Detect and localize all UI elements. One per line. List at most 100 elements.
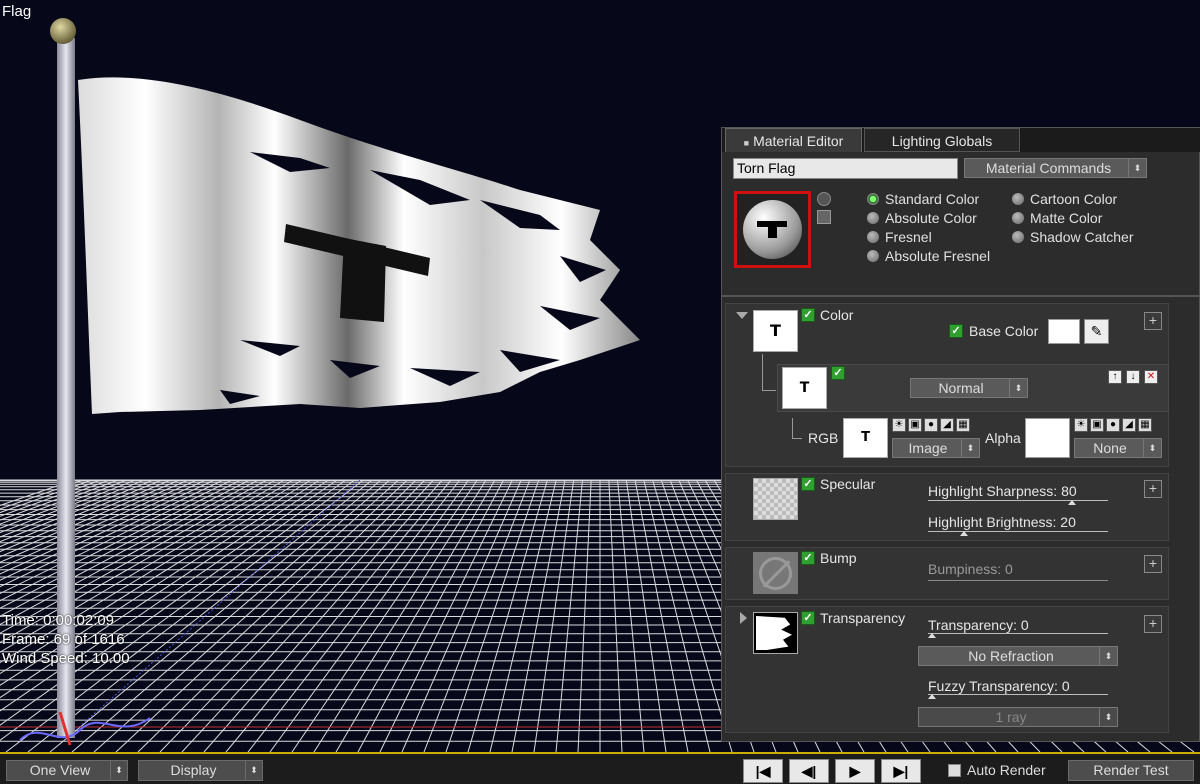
step-back-icon[interactable]: ◀|: [789, 759, 829, 783]
add-layer-icon[interactable]: +: [1144, 480, 1162, 498]
radio-absolute-fresnel[interactable]: Absolute Fresnel: [867, 248, 990, 265]
tab-material-editor[interactable]: ■ Material Editor: [725, 128, 862, 152]
refraction-dropdown[interactable]: No Refraction ⬍: [918, 646, 1118, 666]
map-frame-icon[interactable]: ▣: [1090, 418, 1104, 432]
blend-mode-label: Normal: [938, 380, 984, 396]
radio-matte-color[interactable]: Matte Color: [1012, 210, 1102, 227]
rgb-source-dropdown[interactable]: Image ⬍: [892, 438, 980, 458]
add-layer-icon[interactable]: +: [1144, 312, 1162, 330]
radio-label: Absolute Fresnel: [885, 248, 991, 264]
updown-arrow-icon: ⬍: [1143, 439, 1161, 457]
map-frame-icon[interactable]: ▣: [908, 418, 922, 432]
transparency-knob[interactable]: [928, 633, 936, 638]
auto-render-checkbox[interactable]: [948, 764, 961, 777]
map-grid-icon[interactable]: ▦: [956, 418, 970, 432]
bump-checkbox[interactable]: ✓: [801, 551, 815, 565]
layer-checkbox[interactable]: ✓: [831, 366, 845, 380]
ray-count-label: 1 ray: [995, 709, 1027, 725]
map-circle-icon[interactable]: ●: [1106, 418, 1120, 432]
tab-lighting-globals[interactable]: Lighting Globals: [864, 128, 1020, 152]
base-color-swatch[interactable]: [1048, 319, 1080, 344]
step-forward-icon[interactable]: ▶|: [881, 759, 921, 783]
z-axis-line: [69, 479, 361, 736]
material-name-field[interactable]: Torn Flag: [733, 158, 958, 179]
color-checkbox[interactable]: ✓: [801, 308, 815, 322]
radio-fresnel[interactable]: Fresnel: [867, 229, 932, 246]
preview-sphere-icon[interactable]: [817, 192, 831, 206]
updown-arrow-icon: ⬍: [1099, 647, 1117, 665]
divider: [722, 295, 1200, 297]
map-sun-icon[interactable]: ☀: [1074, 418, 1088, 432]
transparency-slider[interactable]: [928, 633, 1108, 634]
fuzzy-transparency-label: Fuzzy Transparency: 0: [928, 678, 1070, 694]
ray-count-dropdown[interactable]: 1 ray ⬍: [918, 707, 1118, 727]
tree-line: [792, 438, 802, 439]
transparency-map-shape: [756, 616, 792, 650]
map-gradient-icon[interactable]: ◢: [1122, 418, 1136, 432]
tab-lighting-globals-label: Lighting Globals: [891, 133, 993, 149]
add-layer-icon[interactable]: +: [1144, 555, 1162, 573]
specular-checkbox[interactable]: ✓: [801, 477, 815, 491]
go-to-start-icon[interactable]: |◀: [743, 759, 783, 783]
map-gradient-icon[interactable]: ◢: [940, 418, 954, 432]
material-commands-dropdown[interactable]: Material Commands ⬍: [964, 158, 1147, 178]
rgb-thumbnail[interactable]: T: [843, 418, 888, 458]
radio-label: Absolute Color: [885, 210, 977, 226]
layer-thumbnail[interactable]: T: [782, 367, 827, 409]
add-layer-icon[interactable]: +: [1144, 615, 1162, 633]
refraction-label: No Refraction: [968, 648, 1054, 664]
alpha-source-dropdown[interactable]: None ⬍: [1074, 438, 1162, 458]
display-dropdown[interactable]: Display ⬍: [138, 760, 263, 781]
eyedropper-icon[interactable]: ✎: [1084, 319, 1109, 344]
fuzzy-transparency-slider[interactable]: [928, 694, 1108, 695]
specular-thumbnail[interactable]: [753, 478, 798, 520]
delete-layer-icon[interactable]: ✕: [1144, 370, 1158, 384]
transparency-checkbox[interactable]: ✓: [801, 611, 815, 625]
material-preview[interactable]: [734, 191, 811, 268]
expand-arrow-icon[interactable]: [740, 612, 747, 624]
radio-absolute-color[interactable]: Absolute Color: [867, 210, 977, 227]
updown-arrow-icon: ⬍: [245, 761, 262, 780]
display-label: Display: [170, 762, 217, 778]
bumpiness-slider[interactable]: [928, 580, 1108, 581]
base-color-label: Base Color: [969, 323, 1039, 339]
highlight-sharpness-label: Highlight Sharpness: 80: [928, 483, 1077, 499]
alpha-thumbnail[interactable]: [1025, 418, 1070, 458]
tree-line: [792, 418, 793, 438]
map-sun-icon[interactable]: ☀: [892, 418, 906, 432]
radio-icon: [867, 250, 879, 262]
move-up-icon[interactable]: ↑: [1108, 370, 1122, 384]
bump-title: Bump: [820, 550, 857, 566]
map-grid-icon[interactable]: ▦: [1138, 418, 1152, 432]
tab-close-icon[interactable]: ■: [744, 138, 749, 148]
collapse-arrow-icon[interactable]: [736, 312, 748, 319]
render-test-button[interactable]: Render Test: [1068, 760, 1194, 781]
base-color-checkbox[interactable]: ✓: [949, 324, 963, 338]
fuzzy-transparency-knob[interactable]: [928, 694, 936, 699]
preview-logo-stem: [768, 224, 777, 238]
view-layout-dropdown[interactable]: One View ⬍: [6, 760, 128, 781]
radio-shadow-catcher[interactable]: Shadow Catcher: [1012, 229, 1134, 246]
bump-thumbnail[interactable]: [753, 552, 798, 594]
highlight-sharpness-knob[interactable]: [1068, 500, 1076, 505]
blend-mode-dropdown[interactable]: Normal ⬍: [910, 378, 1028, 398]
radio-cartoon-color[interactable]: Cartoon Color: [1012, 191, 1117, 208]
highlight-brightness-slider[interactable]: [928, 531, 1108, 532]
material-commands-label: Material Commands: [985, 160, 1112, 176]
radio-standard-color[interactable]: Standard Color: [867, 191, 979, 208]
move-down-icon[interactable]: ↓: [1126, 370, 1140, 384]
updown-arrow-icon: ⬍: [1128, 159, 1146, 177]
tree-line: [762, 390, 776, 391]
map-circle-icon[interactable]: ●: [924, 418, 938, 432]
highlight-brightness-knob[interactable]: [960, 531, 968, 536]
preview-options-icon[interactable]: [817, 210, 831, 224]
color-thumbnail[interactable]: T: [753, 310, 798, 352]
radio-icon: [867, 231, 879, 243]
play-icon[interactable]: ▶: [835, 759, 875, 783]
updown-arrow-icon: ⬍: [1099, 708, 1117, 726]
highlight-sharpness-slider[interactable]: [928, 500, 1108, 501]
radio-icon: [1012, 212, 1024, 224]
transparency-thumbnail[interactable]: [753, 612, 798, 654]
auto-render-label: Auto Render: [967, 762, 1046, 778]
hud-frame: Frame: 69 of 1616: [2, 631, 125, 648]
